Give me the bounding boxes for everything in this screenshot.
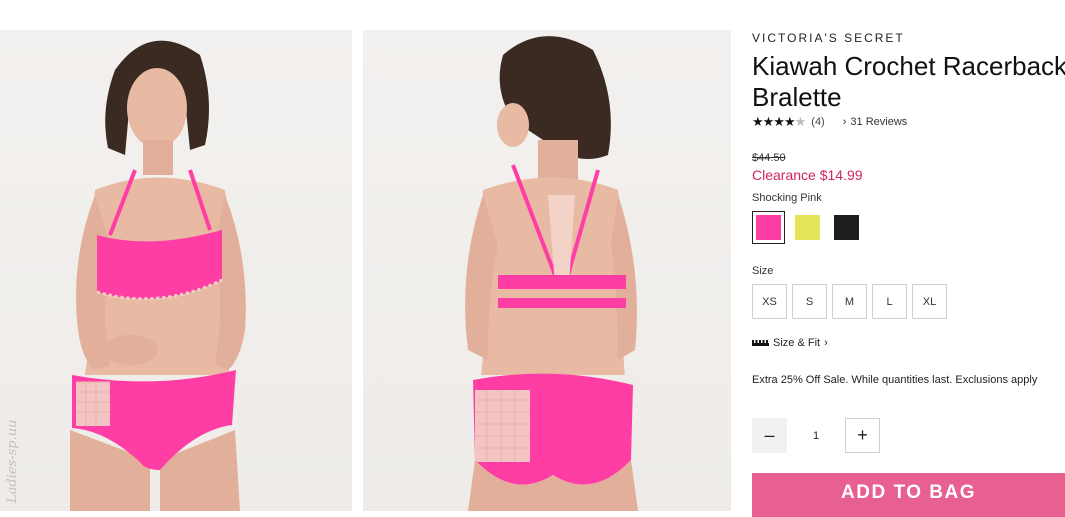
size-fit-link[interactable]: Size & Fit › <box>752 337 828 349</box>
color-swatches <box>752 211 863 244</box>
quantity-stepper: – 1 + <box>752 418 880 453</box>
size-option-xl[interactable]: XL <box>912 284 947 319</box>
swatch-chip <box>834 215 859 240</box>
rating-row: ★★★★★ (4) › 31 Reviews <box>752 114 907 130</box>
product-image-back[interactable] <box>363 30 731 511</box>
promo-message: Extra 25% Off Sale. While quantities las… <box>752 374 1038 386</box>
quantity-value[interactable]: 1 <box>787 430 845 442</box>
ruler-icon <box>752 340 769 346</box>
swatch-chip <box>795 215 820 240</box>
swatch-shocking-pink[interactable] <box>752 211 785 244</box>
chevron-right-icon: › <box>824 337 828 349</box>
sale-price: Clearance $14.99 <box>752 167 863 183</box>
size-option-xs[interactable]: XS <box>752 284 787 319</box>
chevron-right-icon: › <box>842 116 847 128</box>
watermark-text: Ladies-sp.uu <box>5 419 20 504</box>
rating-count: (4) <box>811 116 825 128</box>
size-options: XS S M L XL <box>752 284 947 319</box>
swatch-black[interactable] <box>830 211 863 244</box>
size-option-l[interactable]: L <box>872 284 907 319</box>
size-option-m[interactable]: M <box>832 284 867 319</box>
size-fit-label: Size & Fit <box>773 337 821 349</box>
size-label: Size <box>752 265 774 277</box>
original-price: $44.50 <box>752 152 786 164</box>
model-front-illustration <box>70 40 246 511</box>
reviews-link[interactable]: › 31 Reviews <box>843 116 908 128</box>
swatch-yellow[interactable] <box>791 211 824 244</box>
selected-color-label: Shocking Pink <box>752 192 822 204</box>
star-rating-icon: ★★★★★ <box>752 114 806 129</box>
reviews-link-label: 31 Reviews <box>850 116 908 128</box>
model-back-illustration <box>465 36 638 511</box>
decrease-quantity-button[interactable]: – <box>752 418 787 453</box>
add-to-bag-button[interactable]: ADD TO BAG <box>752 473 1065 517</box>
product-title: Kiawah Crochet Racerback Bralette <box>752 51 1065 112</box>
increase-quantity-button[interactable]: + <box>845 418 880 453</box>
brand-name: VICTORIA'S SECRET <box>752 31 905 45</box>
swatch-chip <box>756 215 781 240</box>
product-image-front[interactable]: Ladies-sp.uu <box>0 30 352 511</box>
size-option-s[interactable]: S <box>792 284 827 319</box>
